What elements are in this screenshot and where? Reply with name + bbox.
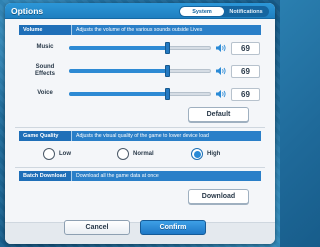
sound-effects-slider[interactable] [69,64,211,78]
sound-effects-value[interactable]: 69 [231,65,260,78]
dialog-title: Options [11,6,44,16]
volume-section-label: Volume [19,25,71,35]
quality-option-low[interactable]: Low [43,147,71,161]
tab-bar: System Notifications [179,6,269,17]
quality-section-description: Adjusts the visual quality of the game t… [71,131,261,141]
dialog-header: Options System Notifications [5,3,275,19]
music-slider[interactable] [69,41,211,55]
music-speaker-icon[interactable] [215,43,227,53]
voice-slider[interactable] [69,87,211,101]
music-slider-fill [69,46,167,50]
radio-high-circle[interactable] [191,148,203,160]
sound-effects-speaker-icon[interactable] [215,66,227,76]
batch-section-description: Download all the game data at once [71,171,261,181]
radio-selected-dot [193,150,201,158]
sound-effects-label-line1: Sound [35,64,55,70]
batch-section-header: Batch Download Download all the game dat… [19,171,261,181]
quality-option-high[interactable]: High [191,147,220,161]
voice-value[interactable]: 69 [231,88,260,101]
music-label: Music [36,44,54,50]
voice-slider-fill [69,92,167,96]
voice-slider-thumb[interactable] [164,88,170,100]
radio-low-label: Low [59,151,71,157]
voice-row: Voice 69 [19,87,261,101]
radio-low-circle[interactable] [43,148,55,160]
quality-section-header: Game Quality Adjusts the visual quality … [19,131,261,141]
divider [15,167,265,168]
volume-section-description: Adjusts the volume of the various sounds… [71,25,261,35]
sound-effects-label: Sound Effects [19,64,71,78]
quality-radio-group: Low Normal High [19,147,261,161]
volume-section-header: Volume Adjusts the volume of the various… [19,25,261,35]
quality-option-normal[interactable]: Normal [117,147,154,161]
tab-system[interactable]: System [180,7,224,16]
radio-normal-circle[interactable] [117,148,129,160]
cancel-button[interactable]: Cancel [64,220,130,235]
voice-label: Voice [37,90,53,96]
quality-section-label: Game Quality [19,131,71,141]
radio-normal-label: Normal [133,151,154,157]
sound-effects-slider-fill [69,69,167,73]
voice-speaker-icon[interactable] [215,89,227,99]
radio-high-label: High [207,151,221,157]
divider [15,127,265,128]
sound-effects-label-line2: Effects [34,71,55,77]
batch-section-label: Batch Download [19,171,71,181]
sound-effects-row: Sound Effects 69 [19,64,261,78]
tab-notifications[interactable]: Notifications [224,7,268,16]
default-button[interactable]: Default [188,107,249,122]
music-slider-thumb[interactable] [164,42,170,54]
options-dialog: Options System Notifications Volume Adju… [5,3,275,244]
music-value[interactable]: 69 [231,42,260,55]
download-button[interactable]: Download [188,189,249,204]
confirm-button[interactable]: Confirm [140,220,206,235]
music-row: Music 69 [19,41,261,55]
sound-effects-slider-thumb[interactable] [164,65,170,77]
